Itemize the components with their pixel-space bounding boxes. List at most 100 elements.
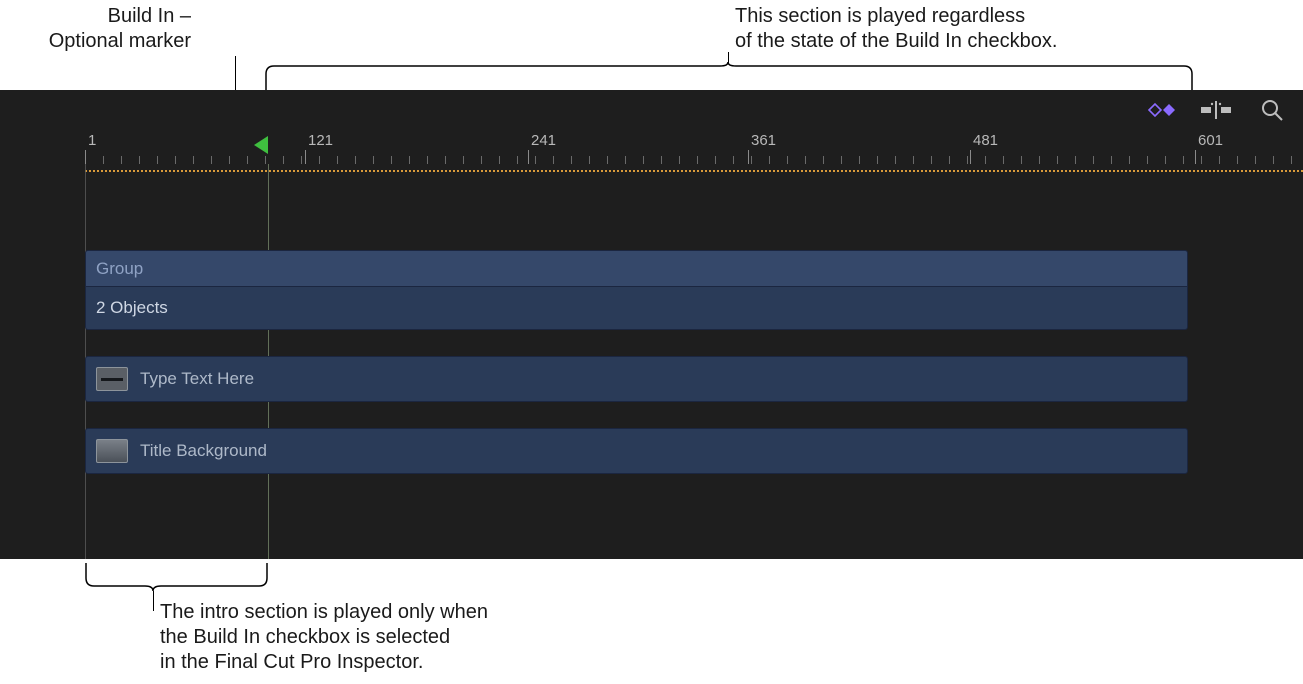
callout-bottom: The intro section is played only when th… (160, 600, 488, 675)
ruler-tick (1003, 156, 1004, 164)
ruler-tick-major (748, 150, 749, 164)
leader-line (728, 52, 729, 63)
ruler-label: 481 (973, 132, 998, 149)
ruler-tick (481, 156, 482, 164)
ruler-tick (445, 156, 446, 164)
clip-label: Title Background (140, 441, 267, 461)
ruler-tick (769, 156, 770, 164)
ruler-tick (985, 156, 986, 164)
ruler-tick-major (85, 150, 86, 164)
ruler-tick-major (305, 150, 306, 164)
ruler-tick (661, 156, 662, 164)
timeline-tracks: Group 2 Objects Type Text Here Title Bac… (85, 250, 1188, 559)
ruler-tick (787, 156, 788, 164)
ruler-tick (895, 156, 896, 164)
ruler-label: 121 (308, 132, 333, 149)
ruler-tick (1273, 156, 1274, 164)
ruler-tick (643, 156, 644, 164)
ruler-tick (751, 156, 752, 164)
ruler-tick (517, 156, 518, 164)
ruler-tick (373, 156, 374, 164)
ruler-tick (805, 156, 806, 164)
ruler-tick (1255, 156, 1256, 164)
ruler-label: 601 (1198, 132, 1223, 149)
image-thumb-icon (96, 439, 128, 463)
ruler-tick (139, 156, 140, 164)
ruler-tick (733, 156, 734, 164)
ruler-label: 241 (531, 132, 556, 149)
ruler-tick (229, 156, 230, 164)
clip-item[interactable]: Title Background (85, 428, 1188, 474)
ruler-tick (697, 156, 698, 164)
ruler-tick (193, 156, 194, 164)
ruler-tick (211, 156, 212, 164)
timeline-panel: 1121241361481601 Group 2 Objects Type Te… (0, 90, 1303, 559)
bracket-top (265, 62, 1195, 92)
keyframe-nav-icon[interactable] (1143, 96, 1177, 124)
ruler-tick (535, 156, 536, 164)
callout-top-right: This section is played regardless of the… (735, 4, 1057, 54)
ruler-tick (931, 156, 932, 164)
ruler-tick (1165, 156, 1166, 164)
ruler-tick (967, 156, 968, 164)
ruler-tick (1111, 156, 1112, 164)
ruler-tick (1291, 156, 1292, 164)
ruler-tick (625, 156, 626, 164)
ruler-tick (1093, 156, 1094, 164)
ruler-tick (409, 156, 410, 164)
ruler-tick (1147, 156, 1148, 164)
ruler-tick (247, 156, 248, 164)
group-clip[interactable]: Group 2 Objects (85, 250, 1188, 330)
ruler-tick (877, 156, 878, 164)
ruler-tick (283, 156, 284, 164)
clip-item[interactable]: Type Text Here (85, 356, 1188, 402)
ruler-tick (175, 156, 176, 164)
ruler-tick-major (970, 150, 971, 164)
group-label: Group (96, 259, 143, 279)
ruler-tick (319, 156, 320, 164)
leader-line (153, 591, 154, 611)
ruler-tick (103, 156, 104, 164)
ruler-tick (1039, 156, 1040, 164)
ruler-tick (913, 156, 914, 164)
bracket-bottom (85, 562, 270, 592)
callout-top-left: Build In – Optional marker (0, 4, 191, 54)
ruler-tick-major (528, 150, 529, 164)
ruler-tick (679, 156, 680, 164)
ruler-tick (499, 156, 500, 164)
ruler-tick (841, 156, 842, 164)
ruler-tick (1129, 156, 1130, 164)
ruler-tick (1237, 156, 1238, 164)
ruler-label: 1 (88, 132, 96, 149)
ruler-tick (121, 156, 122, 164)
ruler-tick-major (1195, 150, 1196, 164)
ruler-tick (265, 156, 266, 164)
clip-label: Type Text Here (140, 369, 254, 389)
ruler-tick (301, 156, 302, 164)
zoom-icon[interactable] (1255, 96, 1289, 124)
ruler-tick (553, 156, 554, 164)
timeline-ruler[interactable]: 1121241361481601 (0, 130, 1303, 164)
ruler-tick (823, 156, 824, 164)
ruler-tick (427, 156, 428, 164)
ruler-tick (1075, 156, 1076, 164)
ruler-tick (949, 156, 950, 164)
build-in-optional-marker[interactable] (254, 136, 268, 154)
group-sublabel: 2 Objects (96, 298, 168, 318)
ruler-tick (607, 156, 608, 164)
text-thumb-icon (96, 367, 128, 391)
snapping-icon[interactable] (1199, 96, 1233, 124)
timeline-toolbar (1143, 90, 1303, 130)
ruler-tick (571, 156, 572, 164)
ruler-tick (1183, 156, 1184, 164)
ruler-tick (463, 156, 464, 164)
ruler-tick (589, 156, 590, 164)
ruler-tick (391, 156, 392, 164)
ruler-tick (1021, 156, 1022, 164)
ruler-tick (1201, 156, 1202, 164)
ruler-tick (1219, 156, 1220, 164)
ruler-tick (1057, 156, 1058, 164)
ruler-tick (715, 156, 716, 164)
ruler-tick (355, 156, 356, 164)
ruler-tick (859, 156, 860, 164)
